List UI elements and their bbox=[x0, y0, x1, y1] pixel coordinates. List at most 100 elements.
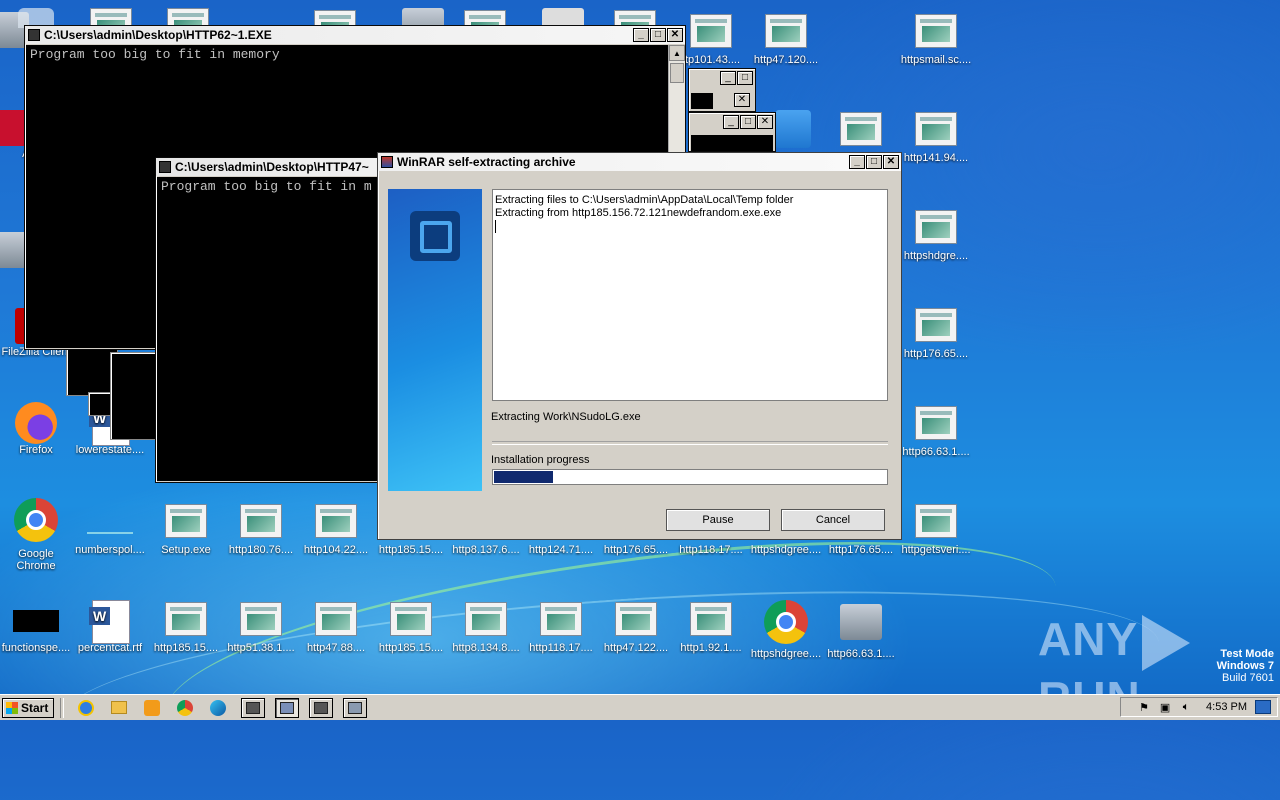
internet-explorer-icon bbox=[78, 699, 94, 716]
maximize-button[interactable]: □ bbox=[740, 115, 756, 129]
chrome-icon bbox=[177, 699, 193, 716]
desktop-icon-http66a[interactable]: http66.63.1.... bbox=[823, 600, 899, 660]
firefox-icon bbox=[15, 402, 57, 444]
desktop-icon-http51[interactable]: http51.38.1.... bbox=[223, 600, 299, 654]
minimized-console-window[interactable]: _ □ ✕ bbox=[688, 112, 776, 152]
scrollbar-thumb[interactable] bbox=[670, 63, 684, 83]
show-desktop-icon[interactable] bbox=[1255, 700, 1271, 714]
taskbar-separator bbox=[60, 697, 64, 718]
word-document-icon bbox=[89, 600, 130, 644]
desktop-icon-partial[interactable] bbox=[88, 8, 132, 42]
maximize-button[interactable]: □ bbox=[650, 28, 666, 42]
minimize-button[interactable]: _ bbox=[849, 155, 865, 169]
desktop-icon-partial[interactable] bbox=[540, 8, 584, 44]
desktop-icon-exe-b[interactable] bbox=[823, 110, 899, 152]
taskbar-button-console[interactable] bbox=[343, 697, 367, 718]
desktop-icon-partial[interactable] bbox=[165, 8, 209, 42]
log-line: Extracting from http185.156.72.121newdef… bbox=[495, 207, 782, 219]
quicklaunch-media[interactable] bbox=[142, 698, 162, 718]
desktop-icon-httpshdgree-b[interactable]: httpshdgree.... bbox=[748, 600, 824, 660]
desktop-icon-http180[interactable]: http180.76.... bbox=[223, 502, 299, 556]
installation-progress-bar bbox=[492, 469, 888, 485]
quicklaunch-ie[interactable] bbox=[76, 698, 96, 718]
window-title: C:\Users\admin\Desktop\HTTP62~1.EXE bbox=[44, 28, 272, 42]
close-button[interactable]: ✕ bbox=[883, 155, 899, 169]
maximize-button[interactable]: □ bbox=[866, 155, 882, 169]
desktop-icon-http47-122[interactable]: http47.122.... bbox=[598, 600, 674, 654]
console-app-icon bbox=[28, 29, 40, 41]
extraction-log[interactable]: Extracting files to C:\Users\admin\AppDa… bbox=[492, 189, 888, 401]
taskbar-button-console[interactable] bbox=[309, 697, 333, 718]
desktop-icon-functionspe[interactable]: functionspe.... bbox=[0, 600, 74, 654]
desktop-icon-partial[interactable] bbox=[400, 8, 444, 44]
window-title: WinRAR self-extracting archive bbox=[397, 155, 576, 169]
desktop-icon-http1-92[interactable]: http1.92.1.... bbox=[673, 600, 749, 654]
action-center-flag-icon[interactable]: ⚑ bbox=[1137, 700, 1151, 714]
edge-icon bbox=[210, 699, 226, 716]
close-button[interactable]: ✕ bbox=[757, 115, 773, 129]
winrar-sfx-dialog[interactable]: WinRAR self-extracting archive _ □ ✕ Ext… bbox=[377, 152, 902, 540]
chrome-icon bbox=[14, 498, 58, 542]
taskbar-button-winrar[interactable] bbox=[275, 697, 299, 718]
close-button[interactable]: ✕ bbox=[734, 93, 750, 107]
desktop-icon-firefox[interactable]: Firefox bbox=[0, 402, 74, 456]
winrar-banner bbox=[388, 189, 482, 491]
console-app-icon bbox=[159, 161, 171, 173]
desktop-icon-http47-88[interactable]: http47.88.... bbox=[298, 600, 374, 654]
volume-icon[interactable]: 🔈︎ bbox=[1179, 700, 1193, 714]
winrar-app-icon bbox=[381, 156, 393, 168]
minimize-button[interactable]: _ bbox=[633, 28, 649, 42]
quicklaunch-edge[interactable] bbox=[208, 698, 228, 718]
desktop-icon-http141[interactable]: http141.94.... bbox=[898, 110, 974, 164]
close-button[interactable]: ✕ bbox=[667, 28, 683, 42]
desktop-icon-http118b[interactable]: http118.17.... bbox=[523, 600, 599, 654]
desktop-icon-http104[interactable]: http104.22.... bbox=[298, 502, 374, 556]
minimized-console-window[interactable]: _ □ ✕ bbox=[688, 68, 756, 112]
system-tray: ⚑ ▣ 🔈︎ 4:53 PM bbox=[1120, 697, 1278, 717]
desktop-icon-httpshdgre-c[interactable]: httpshdgre.... bbox=[898, 208, 974, 262]
windows-logo-icon bbox=[6, 701, 18, 714]
folder-icon bbox=[775, 110, 811, 148]
progress-label: Installation progress bbox=[491, 454, 590, 466]
background-console-fragment[interactable] bbox=[110, 352, 158, 440]
start-button[interactable]: Start bbox=[2, 697, 54, 718]
desktop-icon-percentcat[interactable]: percentcat.rtf bbox=[72, 600, 148, 654]
network-icon[interactable]: ▣ bbox=[1158, 700, 1172, 714]
console-titlebar[interactable]: C:\Users\admin\Desktop\HTTP62~1.EXE _ □ … bbox=[25, 26, 685, 44]
background-console-fragment[interactable] bbox=[88, 392, 112, 416]
pause-button[interactable]: Pause bbox=[666, 509, 770, 531]
maximize-button[interactable]: □ bbox=[737, 71, 753, 85]
desktop-icon-httpsmail[interactable]: httpsmail.sc.... bbox=[898, 12, 974, 66]
desktop-icon-partial[interactable] bbox=[312, 10, 356, 44]
winrar-logo-icon bbox=[410, 211, 460, 261]
minimize-button[interactable]: _ bbox=[723, 115, 739, 129]
taskbar-button-console[interactable] bbox=[241, 697, 265, 718]
desktop-icon-numberspol[interactable]: numberspol.... bbox=[72, 502, 148, 556]
desktop-icon-partial[interactable] bbox=[612, 10, 656, 44]
current-file-label: Extracting Work\NSudoLG.exe bbox=[491, 411, 641, 423]
progress-fill bbox=[494, 471, 553, 483]
scroll-up-arrow-icon[interactable]: ▲ bbox=[669, 45, 685, 61]
desktop-icon-http185c[interactable]: http185.15.... bbox=[373, 600, 449, 654]
quicklaunch-explorer[interactable] bbox=[109, 698, 129, 718]
minimize-button[interactable]: _ bbox=[720, 71, 736, 85]
desktop-icon-http8-134[interactable]: http8.134.8.... bbox=[448, 600, 524, 654]
folder-icon bbox=[111, 701, 127, 714]
quicklaunch-chrome[interactable] bbox=[175, 698, 195, 718]
desktop-icon-http47-120[interactable]: http47.120.... bbox=[748, 12, 824, 66]
desktop-icon-setup[interactable]: Setup.exe bbox=[148, 502, 224, 556]
desktop-icon-chrome[interactable]: Google Chrome bbox=[0, 498, 74, 572]
log-line: Extracting files to C:\Users\admin\AppDa… bbox=[495, 194, 794, 206]
desktop-icon-httpgetsveri[interactable]: httpgetsveri.... bbox=[898, 502, 974, 556]
test-mode-notice: Test Mode Windows 7 Build 7601 bbox=[1216, 648, 1274, 684]
play-icon bbox=[1142, 614, 1191, 671]
clock[interactable]: 4:53 PM bbox=[1206, 701, 1247, 713]
winrar-titlebar[interactable]: WinRAR self-extracting archive _ □ ✕ bbox=[378, 153, 901, 171]
desktop-icon-http185b[interactable]: http185.15.... bbox=[148, 600, 224, 654]
desktop-icon-partial[interactable] bbox=[462, 10, 506, 44]
desktop-icon-http66b[interactable]: http66.63.1.... bbox=[898, 404, 974, 458]
cancel-button[interactable]: Cancel bbox=[781, 509, 885, 531]
separator bbox=[492, 441, 888, 445]
installer-icon bbox=[840, 604, 882, 640]
desktop-icon-http176c[interactable]: http176.65.... bbox=[898, 306, 974, 360]
